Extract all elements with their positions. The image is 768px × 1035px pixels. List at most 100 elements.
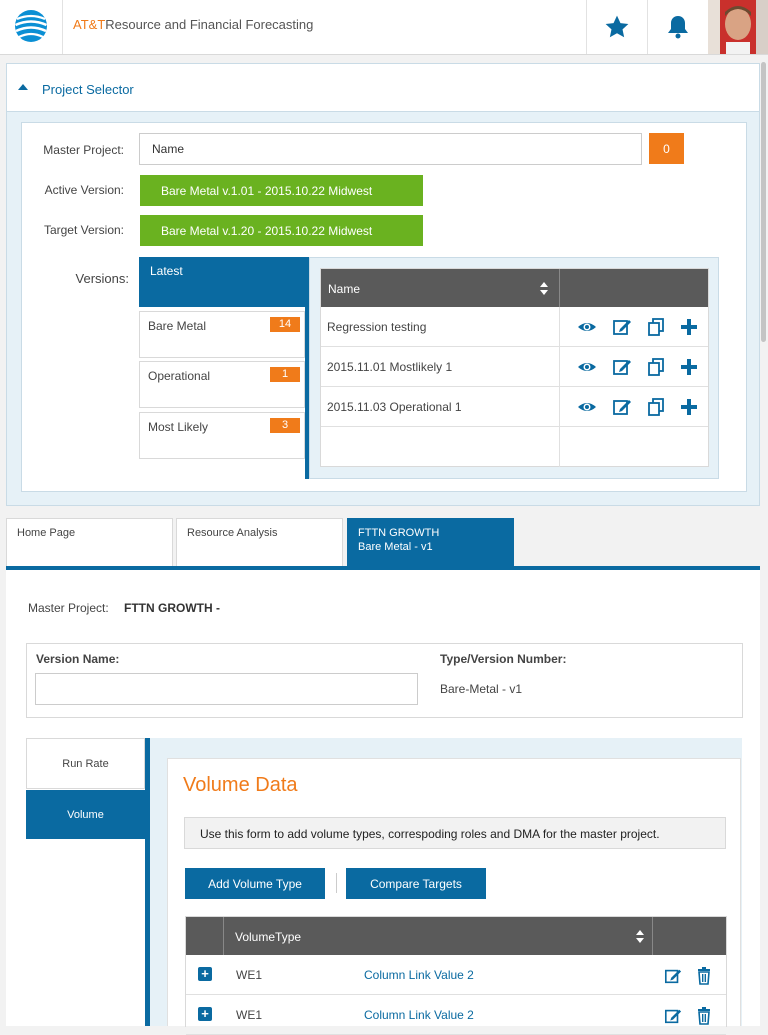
volume-table-header: VolumeType: [186, 917, 726, 955]
app-title-text: Resource and Financial Forecasting: [105, 17, 314, 32]
project-selector-body: Master Project: Name 0 Active Version: B…: [21, 122, 747, 492]
main-content: Master Project: FTTN GROWTH - Version Na…: [6, 570, 762, 1035]
view-eye-icon[interactable]: [577, 318, 597, 336]
versions-table: Name Regression testing 2015.11.01 Mostl…: [320, 268, 709, 467]
volume-type-cell: WE1: [236, 968, 263, 982]
scrollbar-thumb[interactable]: [761, 62, 766, 342]
version-group-count-badge: 14: [270, 317, 300, 332]
versions-table-panel: Name Regression testing 2015.11.01 Mostl…: [309, 257, 719, 479]
view-eye-icon[interactable]: [577, 358, 597, 376]
brand-name: AT&T: [73, 17, 106, 32]
target-version-button[interactable]: Bare Metal v.1.20 - 2015.10.22 Midwest: [140, 215, 423, 246]
project-selector-panel: Project Selector Master Project: Name 0 …: [6, 63, 760, 506]
version-group-count-badge: 3: [270, 418, 300, 433]
notifications-button[interactable]: [647, 0, 708, 54]
version-name: 2015.11.03 Operational 1: [327, 400, 462, 414]
sidebar-item-volume[interactable]: Volume: [26, 790, 145, 839]
master-project-value: FTTN GROWTH -: [124, 601, 220, 615]
tab-label: Resource Analysis: [187, 527, 278, 539]
version-groups-list: Latest Bare Metal 14 Operational 1 Most …: [139, 257, 309, 479]
app-header: AT&TResource and Financial Forecasting: [0, 0, 768, 55]
volume-info-message: Use this form to add volume types, corre…: [184, 817, 726, 849]
volume-type-cell: WE1: [236, 1008, 263, 1022]
add-plus-icon[interactable]: [679, 318, 699, 336]
project-selector-header[interactable]: Project Selector: [7, 64, 759, 112]
volume-card: Volume Data Use this form to add volume …: [167, 758, 741, 1035]
tab-resource-analysis[interactable]: Resource Analysis: [176, 518, 343, 566]
trash-icon[interactable]: [695, 1007, 713, 1025]
sort-icon[interactable]: [540, 282, 548, 296]
trash-icon[interactable]: [695, 967, 713, 985]
bell-icon: [668, 16, 688, 39]
active-version-label: Active Version:: [44, 183, 124, 197]
volume-type-table: VolumeType + WE1 Column Link Value 2 + W…: [185, 916, 727, 1035]
copy-icon[interactable]: [646, 318, 666, 336]
version-group-item[interactable]: Operational 1: [139, 361, 305, 408]
att-globe-logo-icon[interactable]: [14, 9, 48, 43]
project-selector-title: Project Selector: [42, 82, 134, 97]
edit-icon[interactable]: [612, 318, 632, 336]
version-group-item[interactable]: Most Likely 3: [139, 412, 305, 459]
version-name: 2015.11.01 Mostlikely 1: [327, 360, 453, 374]
side-nav: Run Rate Volume: [26, 738, 150, 1026]
version-name-label: Version Name:: [36, 652, 120, 666]
tab-fttn-growth[interactable]: FTTN GROWTH Bare Metal - v1: [347, 518, 514, 566]
master-project-input[interactable]: Name: [139, 133, 642, 165]
favorites-button[interactable]: [586, 0, 647, 54]
master-project-label: Master Project:: [28, 601, 109, 615]
tab-label: FTTN GROWTH: [358, 527, 440, 539]
tab-label: Home Page: [17, 527, 76, 539]
active-version-button[interactable]: Bare Metal v.1.01 - 2015.10.22 Midwest: [140, 175, 423, 206]
table-row: Regression testing: [321, 307, 708, 347]
expand-plus-icon[interactable]: +: [198, 967, 212, 981]
version-name-input[interactable]: [35, 673, 418, 705]
edit-icon[interactable]: [612, 358, 632, 376]
version-group-label: Bare Metal: [148, 319, 207, 333]
user-avatar[interactable]: [708, 0, 768, 54]
tab-sublabel: Bare Metal - v1: [358, 541, 433, 553]
table-row: + WE1 Column Link Value 2: [186, 955, 726, 995]
add-plus-icon[interactable]: [679, 398, 699, 416]
volume-type-column-header[interactable]: VolumeType: [235, 930, 301, 944]
table-row: 2015.11.01 Mostlikely 1: [321, 347, 708, 387]
edit-icon[interactable]: [612, 398, 632, 416]
column-link[interactable]: Column Link Value 2: [364, 968, 474, 982]
edit-icon[interactable]: [664, 967, 682, 985]
version-group-label: Operational: [148, 369, 211, 383]
tab-home-page[interactable]: Home Page: [6, 518, 173, 566]
column-link[interactable]: Column Link Value 2: [364, 1008, 474, 1022]
version-group-item[interactable]: Bare Metal 14: [139, 311, 305, 358]
volume-data-title: Volume Data: [183, 774, 298, 796]
expand-plus-icon[interactable]: +: [198, 1007, 212, 1021]
versions-label: Versions:: [75, 271, 129, 286]
header-divider: [62, 0, 63, 54]
master-project-label: Master Project:: [43, 143, 124, 157]
target-version-label: Target Version:: [43, 223, 124, 237]
latest-tab[interactable]: Latest: [139, 257, 309, 307]
versions-table-header: Name: [321, 269, 708, 307]
type-version-value: Bare-Metal - v1: [440, 682, 523, 696]
master-project-count-badge[interactable]: 0: [649, 133, 684, 164]
version-group-count-badge: 1: [270, 367, 300, 382]
add-plus-icon[interactable]: [679, 358, 699, 376]
sidebar-item-run-rate[interactable]: Run Rate: [26, 738, 145, 789]
copy-icon[interactable]: [646, 358, 666, 376]
star-icon: [605, 15, 629, 38]
compare-targets-button[interactable]: Compare Targets: [346, 868, 486, 899]
add-volume-type-button[interactable]: Add Volume Type: [185, 868, 325, 899]
version-group-label: Most Likely: [148, 420, 209, 434]
button-separator: [336, 873, 337, 893]
sort-icon[interactable]: [636, 930, 644, 944]
type-version-label: Type/Version Number:: [440, 652, 567, 666]
name-column-header[interactable]: Name: [328, 282, 360, 296]
view-eye-icon[interactable]: [577, 398, 597, 416]
table-row: 2015.11.03 Operational 1: [321, 387, 708, 427]
copy-icon[interactable]: [646, 398, 666, 416]
app-title: AT&TResource and Financial Forecasting: [73, 17, 313, 32]
volume-panel: Volume Data Use this form to add volume …: [150, 738, 742, 1035]
version-info-box: Version Name: Type/Version Number: Bare-…: [26, 643, 743, 718]
collapse-caret-icon[interactable]: [18, 84, 28, 90]
edit-icon[interactable]: [664, 1007, 682, 1025]
version-name: Regression testing: [327, 320, 427, 334]
table-row: [321, 427, 708, 467]
